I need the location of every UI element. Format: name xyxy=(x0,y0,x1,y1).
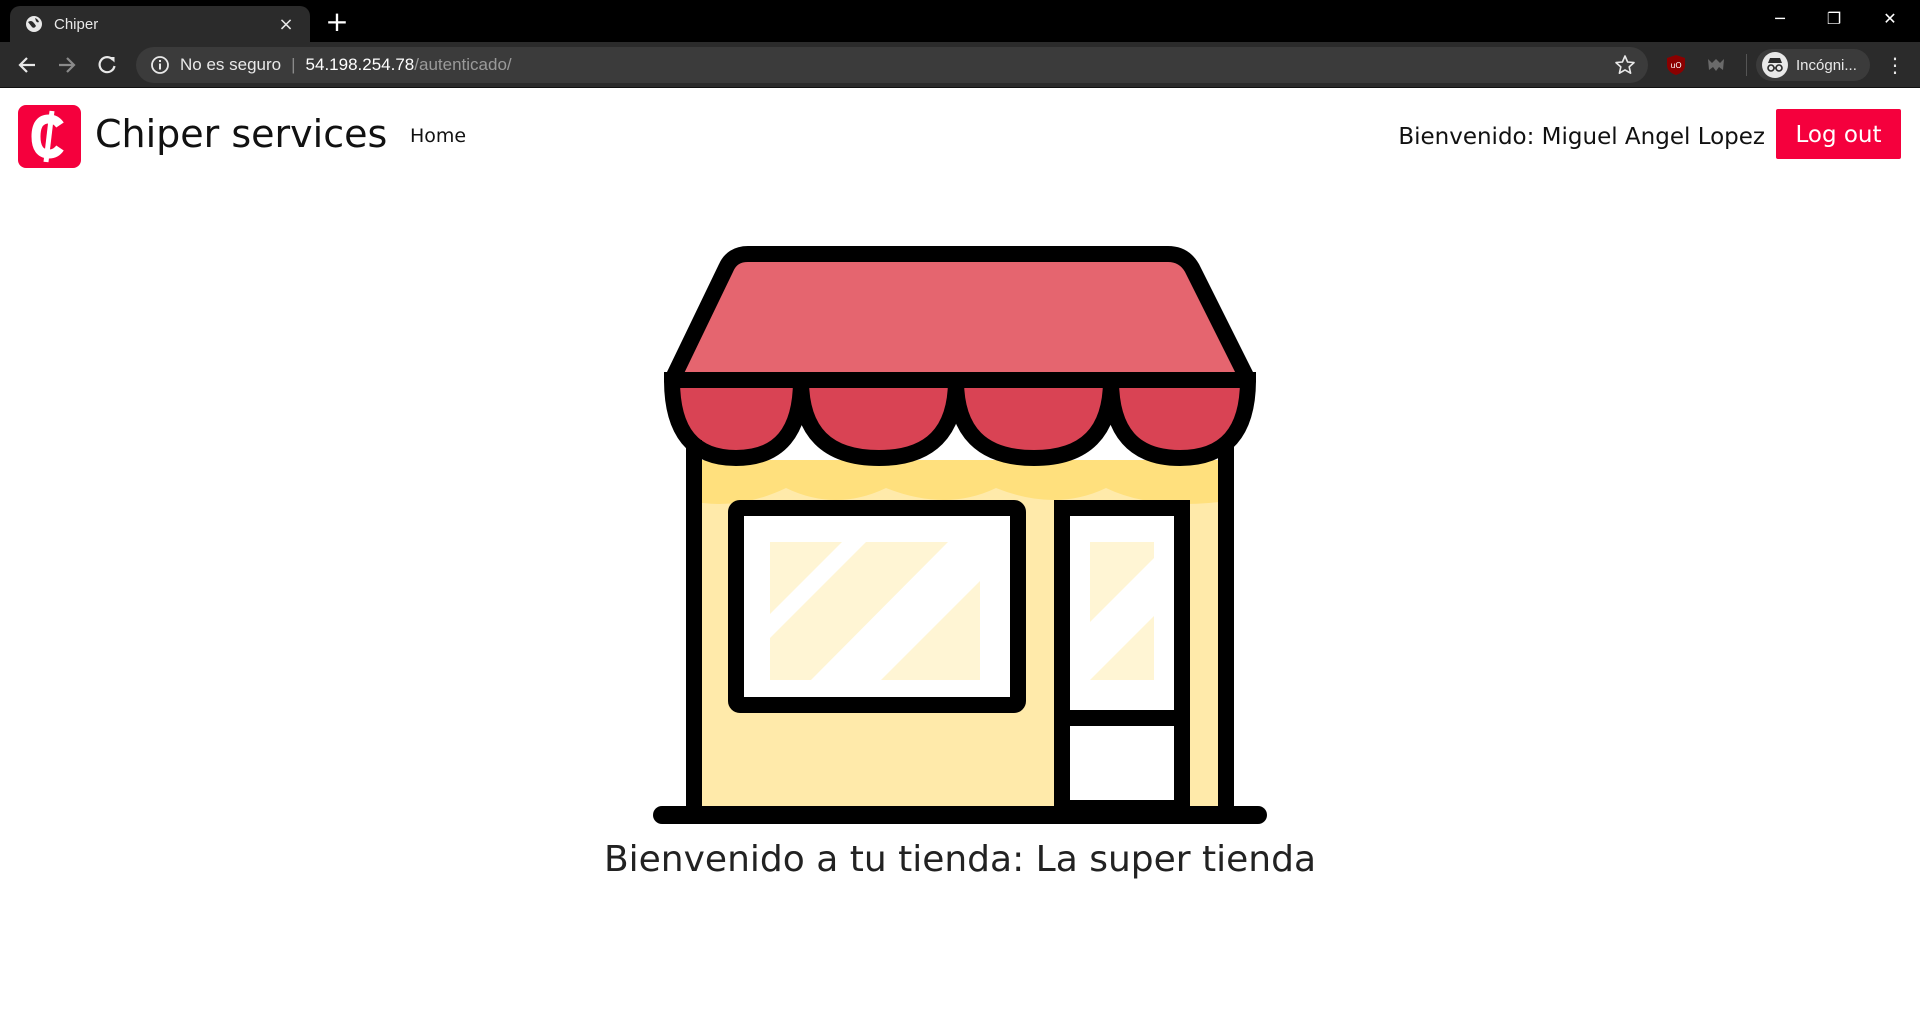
ublock-icon[interactable]: uO xyxy=(1664,53,1688,77)
tab-title: Chiper xyxy=(54,15,99,33)
reload-icon xyxy=(98,56,116,74)
reload-button[interactable] xyxy=(92,50,122,80)
url-path: /autenticado/ xyxy=(414,55,512,74)
minimize-button[interactable]: ─ xyxy=(1752,4,1808,34)
browser-tab-active[interactable]: Chiper × xyxy=(10,6,310,42)
browser-toolbar: No es seguro | 54.198.254.78/autenticado… xyxy=(0,42,1920,88)
forward-button[interactable] xyxy=(52,50,82,80)
store-welcome-text: Bienvenido a tu tienda: La super tienda xyxy=(603,839,1317,880)
toolbar-divider xyxy=(1746,54,1747,76)
logout-button[interactable]: Log out xyxy=(1776,109,1901,159)
brand-name[interactable]: Chiper services xyxy=(95,110,387,158)
welcome-user-text: Bienvenido: Miguel Angel Lopez xyxy=(1398,124,1765,150)
star-icon[interactable] xyxy=(1614,54,1636,76)
chiper-logo-icon[interactable] xyxy=(18,105,81,168)
globe-icon xyxy=(26,16,42,32)
tab-close-icon[interactable]: × xyxy=(276,14,296,35)
incognito-icon xyxy=(1762,52,1788,78)
forward-arrow-icon xyxy=(59,57,76,73)
profile-button[interactable]: Incógni... xyxy=(1756,49,1870,81)
url-host: 54.198.254.78 xyxy=(305,55,415,74)
awning-scallops xyxy=(663,372,1257,467)
browser-tab-strip: Chiper × + ─ ❐ ✕ xyxy=(0,0,1920,42)
back-arrow-icon xyxy=(18,57,35,73)
svg-text:uO: uO xyxy=(1670,61,1681,70)
address-bar[interactable]: No es seguro | 54.198.254.78/autenticado… xyxy=(136,47,1648,83)
cent-glyph-icon xyxy=(31,110,64,163)
browser-menu-button[interactable]: ⋮ xyxy=(1880,50,1910,80)
nav-home-link[interactable]: Home xyxy=(410,122,466,150)
address-separator: | xyxy=(291,55,296,74)
page-content: Chiper services Home Bienvenido: Miguel … xyxy=(0,88,1920,1028)
restore-button[interactable]: ❐ xyxy=(1806,4,1862,34)
close-window-button[interactable]: ✕ xyxy=(1862,4,1918,34)
awning-top xyxy=(664,246,1256,388)
back-button[interactable] xyxy=(12,50,42,80)
security-label: No es seguro xyxy=(180,55,282,74)
mask-extension-icon[interactable] xyxy=(1704,53,1728,77)
new-tab-button[interactable]: + xyxy=(322,8,352,38)
info-icon[interactable] xyxy=(150,55,170,75)
storefront-icon xyxy=(653,246,1267,824)
site-navbar: Chiper services Home Bienvenido: Miguel … xyxy=(0,88,1920,184)
profile-label: Incógni... xyxy=(1796,56,1857,74)
